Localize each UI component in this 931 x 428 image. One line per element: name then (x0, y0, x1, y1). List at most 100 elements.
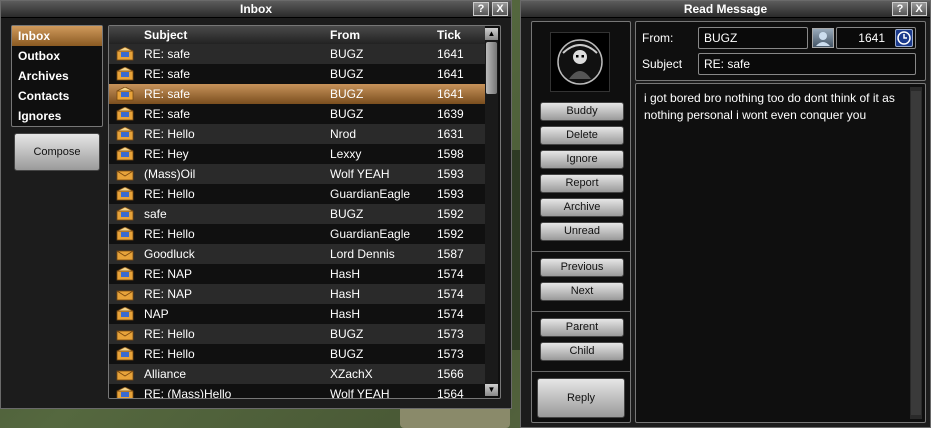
inbox-window: Inbox ? X Inbox Outbox Archives Contacts… (0, 0, 512, 409)
row-from: GuardianEagle (330, 187, 411, 201)
row-from: GuardianEagle (330, 227, 411, 241)
folder-ignores[interactable]: Ignores (12, 106, 102, 126)
table-row[interactable]: RE: Hello GuardianEagle 1593 (109, 184, 485, 204)
row-from: Lexxy (330, 147, 362, 161)
table-row[interactable]: RE: NAP HasH 1574 (109, 264, 485, 284)
column-tick[interactable]: Tick (437, 26, 461, 44)
scroll-thumb[interactable] (486, 42, 497, 94)
row-tick: 1631 (437, 127, 464, 141)
close-button[interactable]: X (911, 2, 927, 16)
table-row[interactable]: RE: NAP HasH 1574 (109, 284, 485, 304)
archive-button[interactable]: Archive (540, 198, 624, 217)
close-button[interactable]: X (492, 2, 508, 16)
envelope-open-icon (116, 87, 134, 101)
row-subject: (Mass)Oil (144, 167, 196, 181)
envelope-open-icon (116, 227, 134, 241)
table-row[interactable]: (Mass)Oil Wolf YEAH 1593 (109, 164, 485, 184)
table-row[interactable]: RE: safe BUGZ 1641 (109, 64, 485, 84)
envelope-open-icon (116, 147, 134, 161)
read-message-title: Read Message (521, 1, 930, 18)
row-subject: RE: safe (144, 67, 191, 81)
clock-icon[interactable] (895, 29, 913, 47)
row-from: BUGZ (330, 87, 364, 101)
row-subject: RE: NAP (144, 267, 193, 281)
from-field: BUGZ (698, 27, 808, 49)
inbox-title: Inbox (1, 1, 511, 18)
report-button[interactable]: Report (540, 174, 624, 193)
row-from: Wolf YEAH (330, 387, 390, 399)
row-subject: RE: NAP (144, 287, 193, 301)
table-row[interactable]: NAP HasH 1574 (109, 304, 485, 324)
folder-contacts[interactable]: Contacts (12, 86, 102, 106)
folder-outbox[interactable]: Outbox (12, 46, 102, 66)
scroll-up-icon[interactable]: ▲ (485, 28, 498, 40)
table-row[interactable]: safe BUGZ 1592 (109, 204, 485, 224)
row-tick: 1574 (437, 267, 464, 281)
row-from: BUGZ (330, 47, 364, 61)
column-subject[interactable]: Subject (144, 26, 187, 44)
unread-button[interactable]: Unread (540, 222, 624, 241)
row-subject: NAP (144, 307, 169, 321)
row-subject: RE: (Mass)Hello (144, 387, 232, 399)
table-row[interactable]: RE: Hello BUGZ 1573 (109, 344, 485, 364)
row-from: HasH (330, 267, 361, 281)
delete-button[interactable]: Delete (540, 126, 624, 145)
scroll-down-icon[interactable]: ▼ (485, 384, 498, 396)
column-from[interactable]: From (330, 26, 360, 44)
next-button[interactable]: Next (540, 282, 624, 301)
compose-button[interactable]: Compose (14, 133, 100, 171)
envelope-open-icon (116, 107, 134, 121)
row-from: BUGZ (330, 67, 364, 81)
help-button[interactable]: ? (892, 2, 908, 16)
divider (532, 311, 630, 312)
previous-button[interactable]: Previous (540, 258, 624, 277)
row-tick: 1593 (437, 167, 464, 181)
table-row[interactable]: RE: safe BUGZ 1641 (109, 84, 485, 104)
buddy-button[interactable]: Buddy (540, 102, 624, 121)
envelope-open-icon (116, 307, 134, 321)
message-body: i got bored bro nothing too do dont thin… (644, 91, 895, 122)
table-row[interactable]: RE: safe BUGZ 1641 (109, 44, 485, 64)
table-row[interactable]: RE: Hello GuardianEagle 1592 (109, 224, 485, 244)
sender-avatar (550, 32, 610, 92)
row-tick: 1573 (437, 327, 464, 341)
table-row[interactable]: RE: Hello Nrod 1631 (109, 124, 485, 144)
folder-archives[interactable]: Archives (12, 66, 102, 86)
body-scrollbar[interactable] (910, 87, 922, 419)
table-row[interactable]: RE: safe BUGZ 1639 (109, 104, 485, 124)
body-scroll-thumb[interactable] (911, 91, 921, 415)
child-button[interactable]: Child (540, 342, 624, 361)
parent-button[interactable]: Parent (540, 318, 624, 337)
ignore-button[interactable]: Ignore (540, 150, 624, 169)
row-subject: RE: Hello (144, 327, 195, 341)
row-tick: 1574 (437, 287, 464, 301)
row-tick: 1641 (437, 87, 464, 101)
row-subject: RE: safe (144, 47, 191, 61)
table-row[interactable]: Alliance XZachX 1566 (109, 364, 485, 384)
reply-button[interactable]: Reply (537, 378, 625, 418)
profile-icon[interactable] (812, 28, 834, 48)
table-row[interactable]: RE: Hey Lexxy 1598 (109, 144, 485, 164)
row-subject: RE: safe (144, 107, 191, 121)
row-tick: 1593 (437, 187, 464, 201)
table-row[interactable]: Goodluck Lord Dennis 1587 (109, 244, 485, 264)
table-row[interactable]: RE: (Mass)Hello Wolf YEAH 1564 (109, 384, 485, 399)
row-from: BUGZ (330, 207, 364, 221)
help-button[interactable]: ? (473, 2, 489, 16)
row-tick: 1587 (437, 247, 464, 261)
scrollbar[interactable]: ▲ ▼ (485, 28, 498, 396)
row-from: HasH (330, 307, 361, 321)
subject-field: RE: safe (698, 53, 916, 75)
row-subject: RE: safe (144, 87, 191, 101)
row-from: BUGZ (330, 107, 364, 121)
actions-panel: Buddy Delete Ignore Report Archive Unrea… (531, 21, 631, 423)
row-subject: RE: Hello (144, 187, 195, 201)
message-list: Subject From Tick RE: safe BUGZ 1641 RE: sa… (108, 25, 501, 399)
row-subject: RE: Hello (144, 127, 195, 141)
folder-inbox[interactable]: Inbox (12, 26, 102, 46)
table-row[interactable]: RE: Hello BUGZ 1573 (109, 324, 485, 344)
row-tick: 1639 (437, 107, 464, 121)
row-tick: 1592 (437, 207, 464, 221)
message-body-panel: i got bored bro nothing too do dont thin… (635, 83, 926, 423)
row-tick: 1592 (437, 227, 464, 241)
